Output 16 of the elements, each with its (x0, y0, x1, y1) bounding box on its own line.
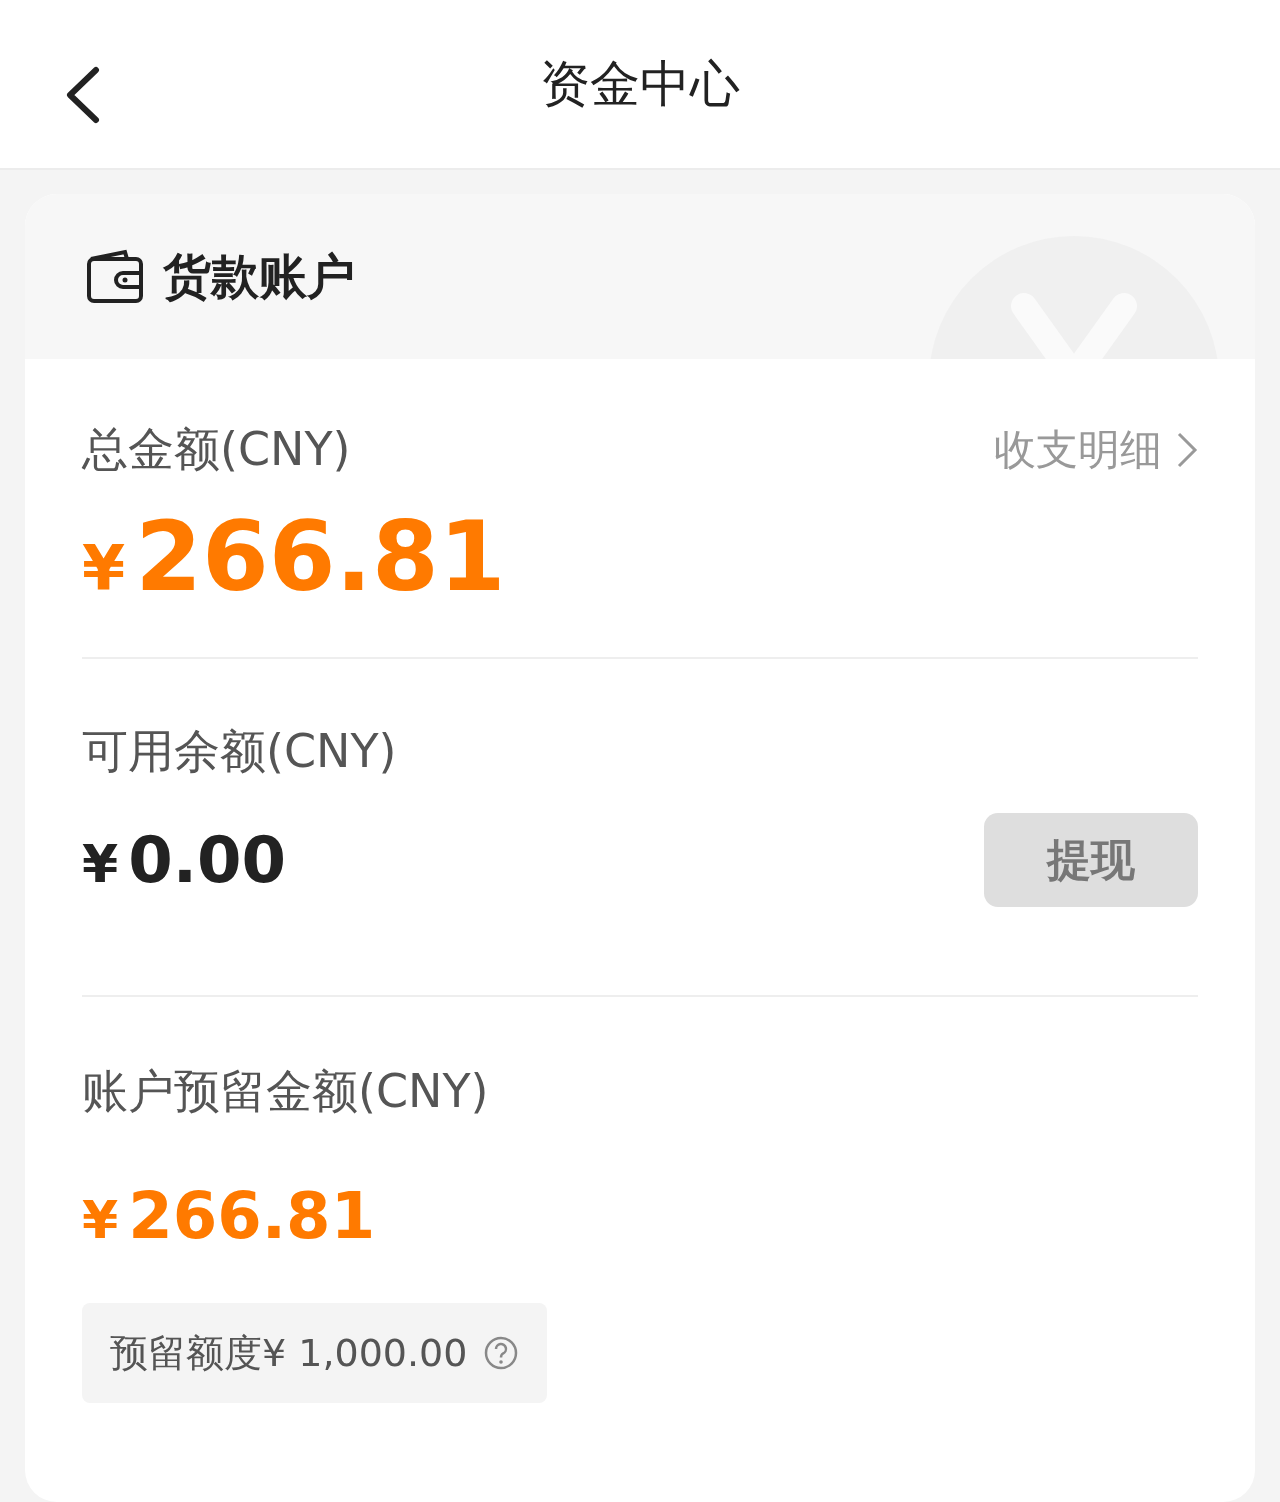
currency-symbol: ¥ (82, 1190, 119, 1250)
chevron-right-icon (1176, 431, 1198, 469)
available-amount: 0.00 (128, 823, 287, 897)
currency-symbol: ¥ (82, 532, 126, 605)
help-icon[interactable] (483, 1335, 520, 1371)
reserve-quota-text: 预留额度¥ 1,000.00 (110, 1329, 468, 1377)
wallet-icon (85, 248, 145, 305)
total-label: 总金额(CNY) (82, 421, 351, 478)
reserved-label: 账户预留金额(CNY) (82, 1063, 490, 1120)
details-link[interactable]: 收支明细 (994, 422, 1198, 478)
available-label: 可用余额(CNY) (82, 723, 398, 780)
total-amount: 266.81 (135, 501, 506, 613)
page-title: 资金中心 (540, 53, 740, 115)
reserved-amount: 266.81 (128, 1179, 376, 1253)
currency-symbol: ¥ (82, 834, 119, 894)
account-title: 货款账户 (163, 246, 355, 306)
